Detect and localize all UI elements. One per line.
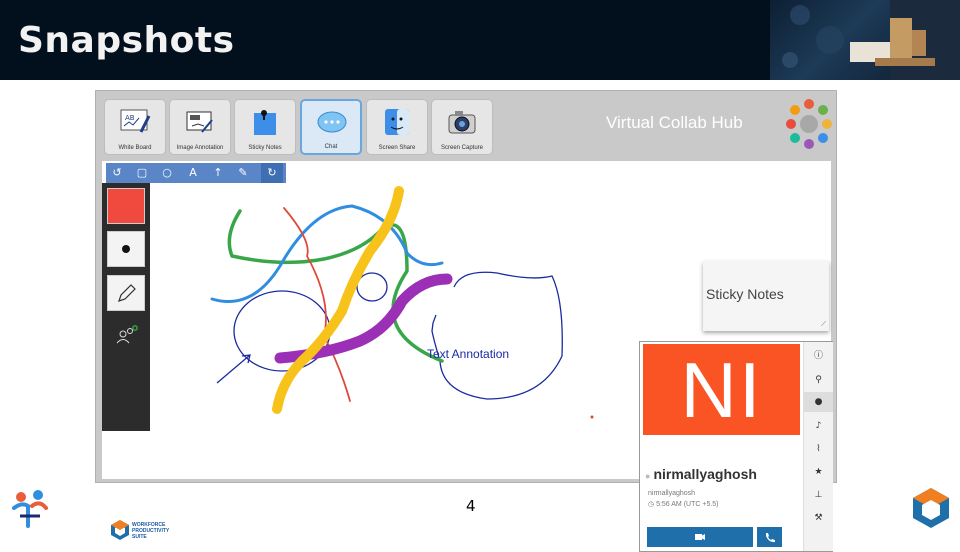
chat-panel: NI ⓘ ⚲ ● ♪ ⌇ ★ ⊥ ⚒ ● nirmallyaghosh nirma…: [639, 341, 833, 552]
video-call-button[interactable]: [647, 527, 753, 547]
sticky-notes-label: Sticky Notes: [248, 145, 282, 151]
slide-header: Snapshots: [0, 0, 960, 80]
drawn-stroke-purple: [274, 273, 453, 364]
users-icon[interactable]: [116, 325, 138, 345]
screen-capture-icon: [448, 111, 476, 134]
circle-icon[interactable]: ○: [156, 163, 178, 183]
clock-icon: ◷: [648, 501, 657, 508]
pen-tool-button[interactable]: [107, 275, 145, 311]
voice-call-button[interactable]: [757, 527, 782, 547]
search-icon[interactable]: ⚲: [804, 370, 833, 390]
drawn-arrow: [216, 354, 251, 384]
whiteboard-canvas[interactable]: Text Annotation Sticky Notes ⟋ NI ⓘ ⚲ ● …: [102, 161, 833, 552]
pin-icon[interactable]: ⊥: [804, 485, 833, 505]
hub-logo-icon: [786, 99, 832, 149]
chat-sidebar: ⓘ ⚲ ● ♪ ⌇ ★ ⊥ ⚒: [803, 342, 833, 551]
color-picker-button[interactable]: [107, 188, 145, 224]
page-number: 4: [466, 497, 476, 515]
white-board-label: White Board: [118, 145, 152, 151]
header-photo: [770, 0, 960, 80]
undo-icon[interactable]: ↺: [106, 163, 128, 183]
screen-share-button[interactable]: Screen Share: [366, 99, 428, 155]
app-window: AB White Board Image Annotation Sticky N…: [95, 90, 837, 552]
screen-share-icon: [385, 109, 409, 135]
avatar: NI: [643, 344, 800, 435]
svg-text:AB: AB: [125, 114, 135, 122]
chat-user-time: ◷ 5:56 AM (UTC +5.5): [648, 500, 719, 508]
text-annotation[interactable]: Text Annotation: [427, 347, 509, 361]
app-title: Virtual Collab Hub: [606, 113, 743, 132]
drawn-stroke-green: [227, 209, 444, 363]
drawn-stroke-blue: [210, 204, 444, 304]
image-annotation-label: Image Annotation: [176, 145, 224, 151]
chat-user-name: nirmallyaghosh: [653, 466, 757, 482]
screen-capture-label: Screen Capture: [440, 145, 484, 151]
image-annotation-button[interactable]: Image Annotation: [169, 99, 231, 155]
sticky-notes-icon: [254, 110, 276, 135]
whiteboard-icon: AB: [120, 109, 151, 133]
sticky-note-text[interactable]: Sticky Notes: [706, 286, 784, 302]
pen-icon[interactable]: ✎: [232, 163, 254, 183]
screen-capture-button[interactable]: Screen Capture: [431, 99, 493, 155]
image-annotation-icon: [186, 111, 213, 133]
info-icon[interactable]: ⓘ: [804, 346, 833, 366]
chat-icon: [317, 111, 347, 133]
chat-user: ● nirmallyaghosh: [645, 466, 757, 482]
text-icon[interactable]: A: [182, 163, 204, 183]
dot-icon: [122, 245, 130, 253]
star-icon[interactable]: ★: [804, 462, 833, 482]
chat-button[interactable]: Chat: [300, 99, 362, 155]
user-icon[interactable]: ●: [804, 392, 833, 412]
brand-logo-left-icon: [12, 490, 48, 528]
workforce-productivity-logo: WORKFORCE PRODUCTIVITY SUITE: [110, 519, 190, 547]
slide-title: Snapshots: [18, 20, 235, 61]
logo-text: WORKFORCE PRODUCTIVITY SUITE: [132, 522, 169, 540]
attachment-icon[interactable]: ⌇: [804, 439, 833, 459]
brand-logo-right-icon: [913, 488, 949, 528]
wrench-icon[interactable]: ⚒: [804, 508, 833, 528]
chat-label: Chat: [324, 144, 338, 150]
resize-handle-icon[interactable]: ⟋: [821, 320, 826, 329]
sticky-notes-button[interactable]: Sticky Notes: [234, 99, 296, 155]
video-icon: [695, 534, 705, 540]
screen-share-label: Screen Share: [378, 145, 416, 151]
chat-user-time-text: 5:56 AM (UTC +5.5): [656, 501, 719, 508]
draw-toolbar: ↺ ▢ ○ A ↑ ✎ ↻: [106, 163, 286, 183]
bell-icon[interactable]: ♪: [804, 416, 833, 436]
logo-text-line: SUITE: [132, 534, 147, 540]
phone-icon: [766, 533, 775, 543]
rectangle-icon[interactable]: ▢: [131, 163, 153, 183]
arrow-icon[interactable]: ↑: [207, 163, 229, 183]
brush-size-button[interactable]: [107, 231, 145, 267]
draw-options-panel: [102, 183, 150, 431]
redo-icon[interactable]: ↻: [261, 163, 283, 183]
white-board-button[interactable]: AB White Board: [104, 99, 166, 155]
chat-user-handle: nirmallyaghosh: [648, 490, 696, 497]
sticky-note[interactable]: Sticky Notes ⟋: [703, 261, 829, 331]
status-dot-icon: ●: [645, 471, 651, 481]
drawn-shape: [431, 271, 563, 400]
pencil-icon: [118, 284, 136, 302]
logo-hexagon-icon: [111, 520, 129, 540]
